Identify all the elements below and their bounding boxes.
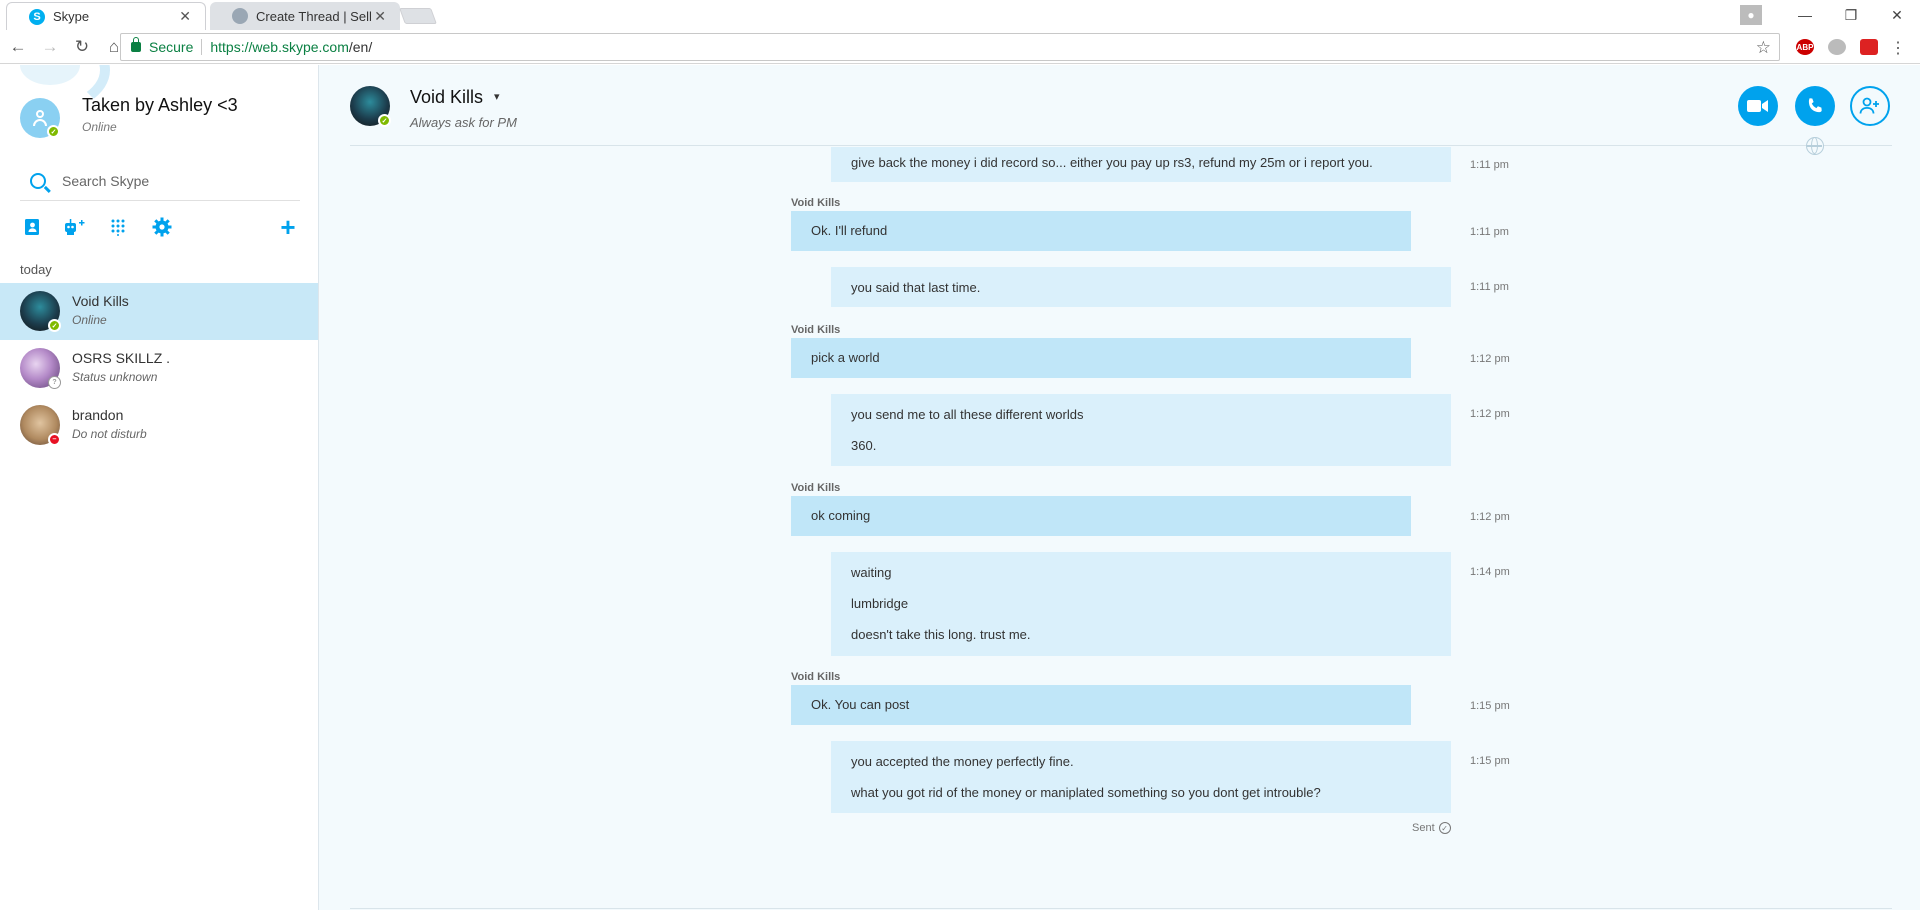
video-call-button[interactable] <box>1738 86 1778 126</box>
message-timestamp: 1:11 pm <box>1470 159 1509 171</box>
window-close-icon[interactable]: ✕ <box>1874 7 1920 24</box>
url-text: https://web.skype.com/en/ <box>210 39 373 55</box>
message-text: what you got rid of the money or manipla… <box>851 785 1321 800</box>
adblock-extension-icon[interactable]: ABP <box>1796 39 1814 55</box>
message-bubble-outgoing[interactable]: give back the money i did record so... e… <box>831 147 1451 182</box>
message-text: lumbridge <box>851 596 909 611</box>
address-bar[interactable]: Secure https://web.skype.com/en/ ☆ <box>120 33 1780 61</box>
message-bubble-incoming[interactable]: Ok. I'll refund <box>791 211 1411 251</box>
tab-close-icon[interactable]: ✕ <box>374 8 386 25</box>
check-circle-icon: ✓ <box>1438 822 1451 834</box>
reload-icon[interactable]: ↻ <box>68 37 96 57</box>
extension-icon[interactable] <box>1828 39 1846 55</box>
message-bubble-outgoing[interactable]: you said that last time. <box>831 267 1451 307</box>
message-text: give back the money i did record so... e… <box>851 155 1373 170</box>
message-text: waiting <box>851 565 892 580</box>
browser-tabstrip: S Skype ✕ Create Thread | Sell & Tr ✕ ● … <box>0 0 1920 30</box>
message-text: pick a world <box>811 350 880 365</box>
tab-title: Create Thread | Sell & Tr <box>256 8 374 24</box>
minimize-icon[interactable]: — <box>1782 7 1828 23</box>
message-text: you said that last time. <box>851 280 981 295</box>
message-text: Ok. You can post <box>811 697 910 712</box>
message-timestamp: 1:11 pm <box>1470 281 1509 293</box>
message-text: 360. <box>851 438 877 453</box>
back-arrow-icon[interactable]: ← <box>4 37 32 57</box>
sent-label: Sent <box>1412 822 1435 834</box>
message-bubble-incoming[interactable]: pick a world <box>791 338 1411 378</box>
tab-title: Skype <box>53 9 90 24</box>
message-sender: Void Kills <box>791 197 841 209</box>
restore-icon[interactable]: ❐ <box>1828 7 1874 24</box>
phone-icon <box>1808 98 1822 113</box>
video-camera-icon <box>1747 100 1768 112</box>
message-timestamp: 1:12 pm <box>1470 511 1510 523</box>
tab-create-thread[interactable]: Create Thread | Sell & Tr ✕ <box>210 2 400 30</box>
lock-icon <box>131 37 141 52</box>
message-timestamp: 1:15 pm <box>1470 700 1510 712</box>
message-text: you send me to all these different world… <box>851 407 1084 422</box>
chat-mood: Always ask for PM <box>410 115 517 130</box>
message-bubble-incoming[interactable]: ok coming <box>791 496 1411 536</box>
audio-call-button[interactable] <box>1795 86 1835 126</box>
my-avatar[interactable]: ✓ <box>20 98 60 138</box>
bookmark-star-icon[interactable]: ☆ <box>1756 38 1771 58</box>
secure-label: Secure <box>149 39 194 55</box>
message-text: Ok. I'll refund <box>811 223 888 238</box>
message-bubble-incoming[interactable]: Ok. You can post <box>791 685 1411 725</box>
online-presence-icon: ✓ <box>378 114 391 127</box>
message-text: doesn't take this long. trust me. <box>851 627 1031 642</box>
message-sender: Void Kills <box>791 324 841 336</box>
message-sender: Void Kills <box>791 671 841 683</box>
browser-menu-icon[interactable]: ⋮ <box>1890 38 1906 58</box>
message-timestamp: 1:12 pm <box>1470 353 1510 365</box>
message-timestamp: 1:14 pm <box>1470 566 1510 578</box>
window-controls: ● — ❐ ✕ <box>1740 0 1920 30</box>
message-sender: Void Kills <box>791 482 841 494</box>
browser-toolbar: ← → ↻ ⌂ Secure https://web.skype.com/en/… <box>0 30 1920 64</box>
skype-app: ✓ Taken by Ashley <3 Online + today <box>0 65 1920 910</box>
profile-name[interactable]: Taken by Ashley <3 <box>82 95 238 116</box>
message-list: give back the money i did record so... e… <box>0 147 1920 887</box>
sent-indicator: Sent ✓ <box>1412 822 1451 834</box>
online-presence-icon: ✓ <box>47 125 60 138</box>
divider <box>201 39 203 55</box>
tab-close-icon[interactable]: ✕ <box>179 8 191 25</box>
chat-title[interactable]: Void Kills <box>410 87 483 108</box>
chevron-down-icon[interactable]: ▾ <box>494 90 500 103</box>
message-bubble-outgoing[interactable]: you accepted the money perfectly fine. w… <box>831 741 1451 813</box>
new-tab-button[interactable] <box>399 8 437 24</box>
profile-status: Online <box>82 120 117 134</box>
message-text: ok coming <box>811 508 871 523</box>
message-bubble-outgoing[interactable]: waiting lumbridge doesn't take this long… <box>831 552 1451 656</box>
composer-divider <box>350 908 1892 909</box>
add-person-icon <box>1859 97 1879 114</box>
message-bubble-outgoing[interactable]: you send me to all these different world… <box>831 394 1451 466</box>
extension-red-icon[interactable] <box>1860 39 1878 55</box>
chat-header: ✓ Void Kills ▾ Always ask for PM <box>350 65 1892 146</box>
message-text: you accepted the money perfectly fine. <box>851 754 1074 769</box>
shield-favicon-icon <box>232 8 248 24</box>
skype-favicon-icon: S <box>29 8 45 25</box>
message-timestamp: 1:15 pm <box>1470 755 1510 767</box>
message-timestamp: 1:12 pm <box>1470 408 1510 420</box>
add-participant-button[interactable] <box>1850 86 1890 126</box>
person-icon <box>33 110 47 126</box>
message-timestamp: 1:11 pm <box>1470 226 1509 238</box>
forward-arrow-icon[interactable]: → <box>36 37 64 57</box>
tab-skype[interactable]: S Skype ✕ <box>6 2 206 30</box>
browser-profile-icon[interactable]: ● <box>1740 5 1762 25</box>
